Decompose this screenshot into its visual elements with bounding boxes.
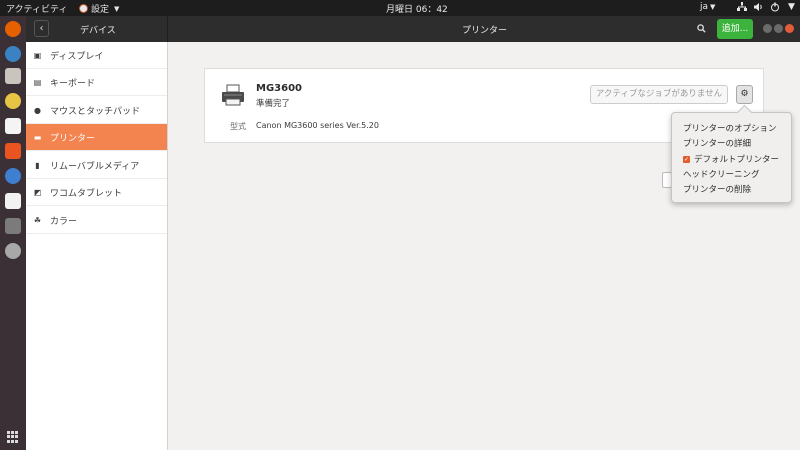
maximize-button[interactable] — [774, 24, 783, 33]
minimize-button[interactable] — [763, 24, 772, 33]
usb-icon: ▮ — [35, 160, 40, 170]
search-icon — [696, 24, 706, 33]
menu-item-head-cleaning[interactable]: ヘッドクリーニング — [683, 168, 760, 180]
sidebar-item-display[interactable]: ▣ ディスプレイ — [26, 42, 167, 69]
thunderbird-icon[interactable] — [5, 46, 21, 62]
settings-icon[interactable] — [5, 243, 21, 259]
display-icon: ▣ — [33, 50, 42, 60]
language-label: ja — [700, 2, 709, 12]
chevron-down-icon: ▼ — [710, 3, 716, 11]
mouse-icon: ● — [34, 105, 41, 115]
printer-status: 準備完了 — [256, 99, 291, 109]
menu-item-printer-details[interactable]: プリンターの詳細 — [683, 137, 751, 149]
header-bar: ‹ デバイス プリンター 追加... — [26, 16, 800, 42]
checkbox-checked-icon[interactable]: ✓ — [683, 156, 690, 163]
menu-item-printer-options[interactable]: プリンターのオプション — [683, 122, 777, 134]
clock[interactable]: 月曜日 06：42 — [386, 2, 448, 15]
sidebar-item-label: マウスとタッチパッド — [50, 106, 141, 117]
power-icon[interactable] — [770, 2, 780, 15]
sidebar-item-printers[interactable]: ▬ プリンター — [26, 124, 167, 151]
sidebar-item-wacom[interactable]: ◩ ワコムタブレット — [26, 179, 167, 206]
sidebar-item-color[interactable]: ☘ カラー — [26, 207, 167, 234]
add-printer-button[interactable]: 追加... — [717, 19, 753, 39]
keyboard-icon: ▤ — [33, 77, 42, 87]
screenshot-icon[interactable] — [5, 218, 21, 234]
printer-name: MG3600 — [256, 83, 302, 94]
files-icon[interactable] — [5, 68, 21, 84]
tablet-icon: ◩ — [33, 187, 42, 197]
menu-item-default-printer[interactable]: ✓ デフォルトプリンター — [683, 153, 779, 165]
volume-icon[interactable] — [753, 2, 763, 15]
sidebar-item-label: リムーバブルメディア — [50, 161, 140, 172]
language-indicator[interactable]: ja ▼ — [700, 2, 715, 12]
printer-icon: ▬ — [33, 132, 42, 142]
settings-app-icon — [79, 4, 88, 13]
panel-title: デバイス — [80, 26, 116, 36]
firefox-icon[interactable] — [5, 21, 21, 37]
show-applications-icon[interactable] — [7, 431, 19, 443]
sidebar-item-removable-media[interactable]: ▮ リムーバブルメディア — [26, 152, 167, 179]
header-divider — [167, 16, 168, 42]
app-menu-label: 設定 — [91, 5, 110, 15]
chevron-down-icon: ▼ — [114, 4, 120, 13]
color-icon: ☘ — [33, 215, 42, 225]
sidebar-item-mouse[interactable]: ● マウスとタッチパッド — [26, 97, 167, 124]
sidebar-item-label: プリンター — [50, 133, 96, 144]
close-button[interactable] — [785, 24, 794, 33]
help-icon[interactable] — [5, 168, 21, 184]
dock — [0, 16, 26, 450]
system-menu-chevron-icon[interactable]: ▼ — [788, 2, 795, 12]
printer-icon — [222, 84, 244, 106]
sidebar-item-keyboard[interactable]: ▤ キーボード — [26, 69, 167, 96]
sidebar-item-label: キーボード — [50, 78, 96, 89]
model-label: 型式 — [230, 122, 246, 131]
writer-icon[interactable] — [5, 118, 21, 134]
printer-settings-button[interactable]: ⚙ — [736, 85, 753, 104]
sidebar-item-label: ワコムタブレット — [50, 188, 123, 199]
printer-options-menu: プリンターのオプション プリンターの詳細 ✓ デフォルトプリンター ヘッドクリーニ… — [671, 104, 792, 203]
default-printer-label: デフォルトプリンター — [694, 155, 780, 165]
rhythmbox-icon[interactable] — [5, 93, 21, 109]
search-button[interactable] — [690, 20, 712, 38]
jobs-button[interactable]: アクティブなジョブがありません — [590, 85, 728, 104]
software-center-icon[interactable] — [5, 143, 21, 159]
app-menu[interactable]: 設定 ▼ — [79, 2, 119, 15]
gear-icon: ⚙ — [740, 89, 749, 99]
chevron-left-icon: ‹ — [39, 23, 44, 34]
model-value: Canon MG3600 series Ver.5.20 — [256, 121, 379, 130]
sidebar-item-label: カラー — [50, 216, 78, 227]
top-bar: アクティビティ 設定 ▼ 月曜日 06：42 ja ▼ ▼ — [0, 0, 800, 16]
amazon-icon[interactable] — [5, 193, 21, 209]
sidebar-item-label: ディスプレイ — [50, 51, 104, 62]
network-icon[interactable] — [737, 2, 747, 15]
activities-button[interactable]: アクティビティ — [6, 2, 67, 15]
menu-item-remove-printer[interactable]: プリンターの削除 — [683, 183, 751, 195]
back-button[interactable]: ‹ — [34, 20, 49, 37]
page-title: プリンター — [462, 26, 508, 36]
sidebar: ▣ ディスプレイ ▤ キーボード ● マウスとタッチパッド ▬ プリンター ▮ … — [26, 42, 168, 450]
